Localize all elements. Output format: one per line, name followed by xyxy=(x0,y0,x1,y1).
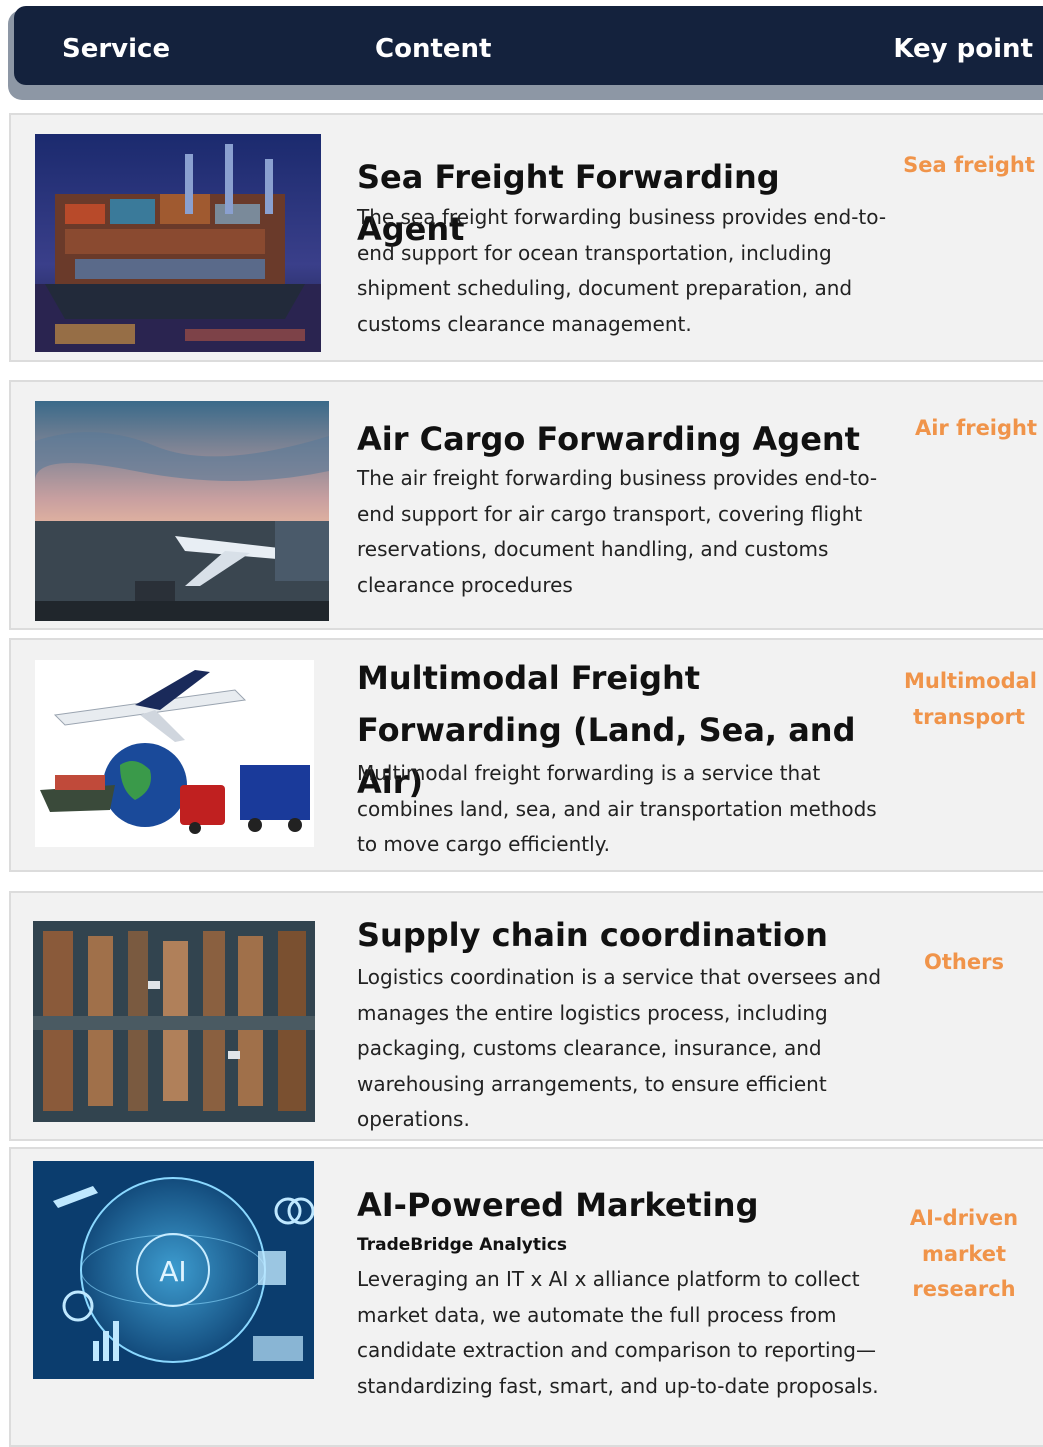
service-description: Multimodal freight forwarding is a servi… xyxy=(357,761,877,856)
key-point-label: Multimodal transport xyxy=(904,669,1037,729)
multimodal-transport-image xyxy=(35,660,314,847)
service-description: The sea freight forwarding business prov… xyxy=(357,205,887,336)
service-description: The air freight forwarding business prov… xyxy=(357,466,878,597)
service-row-ai-marketing: AI AI-Powered Marketing TradeBridge Anal… xyxy=(9,1147,1043,1447)
service-row-multimodal: Multimodal Freight Forwarding (Land, Sea… xyxy=(9,638,1043,872)
service-row-supply-chain: Supply chain coordination Logistics coor… xyxy=(9,891,1043,1141)
service-title: AI-Powered Marketing xyxy=(357,1186,759,1224)
key-point-label: Others xyxy=(924,950,1004,974)
header-service: Service xyxy=(62,34,171,64)
service-description: Logistics coordination is a service that… xyxy=(357,965,882,1131)
service-subtitle: TradeBridge Analytics xyxy=(357,1235,568,1255)
header-key-point: Key point xyxy=(893,34,1033,64)
service-description: Leveraging an IT x AI x alliance platfor… xyxy=(357,1267,879,1398)
service-title: Air Cargo Forwarding Agent xyxy=(357,420,860,458)
service-row-air: Air Cargo Forwarding Agent The air freig… xyxy=(9,380,1043,630)
airplane-at-gate-image xyxy=(35,401,329,621)
key-point-label: Air freight xyxy=(914,416,1038,440)
key-point-label: AI-driven market research xyxy=(909,1206,1019,1301)
warehouse-aerial-image xyxy=(33,921,315,1122)
container-ship-image xyxy=(35,134,321,352)
header-content: Content xyxy=(375,34,492,64)
service-title: Supply chain coordination xyxy=(357,916,828,954)
key-point-label: Sea freight xyxy=(903,153,1035,177)
table-header: Service Content Key point xyxy=(14,6,1043,85)
ai-image-text: AI xyxy=(159,1255,186,1288)
ai-globe-image: AI xyxy=(33,1161,314,1379)
service-row-sea: Sea Freight Forwarding Agent The sea fre… xyxy=(9,113,1043,362)
